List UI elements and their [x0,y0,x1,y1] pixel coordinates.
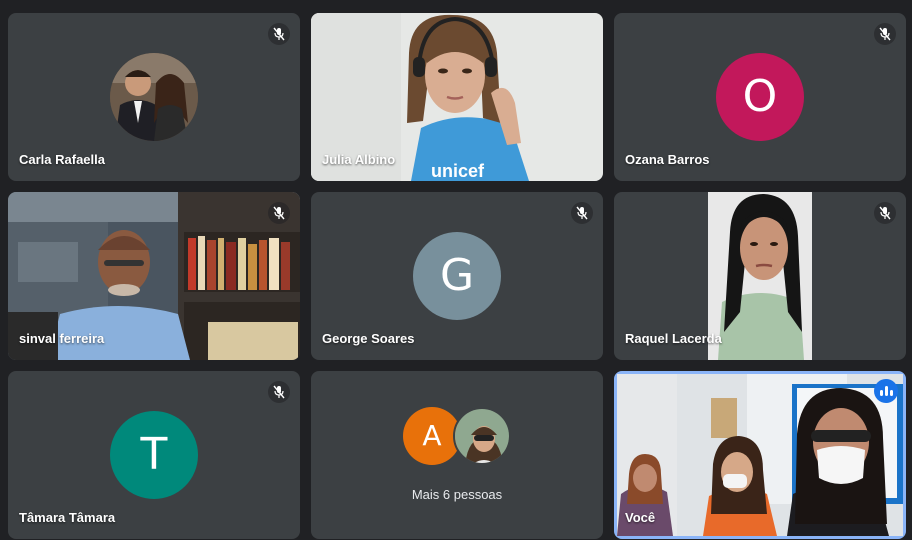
mic-off-icon [874,202,896,224]
letter-avatar: O [716,53,804,141]
mic-off-icon [268,202,290,224]
participant-name: Julia Albino [322,152,396,167]
more-participants-label: Mais 6 pessoas [411,487,503,502]
participant-name: Carla Rafaella [19,152,105,167]
shirt-logo-text: unicef [431,161,485,181]
more-participants-tile[interactable]: A Mais 6 pessoas [311,371,603,539]
participant-tile-raquel-lacerda[interactable]: Raquel Lacerda [614,192,906,360]
avatar-photo [453,407,511,465]
self-video-feed [617,374,903,536]
participant-name: sinval ferreira [19,331,105,346]
mic-off-icon [268,23,290,45]
participant-tile-ozana-barros[interactable]: O Ozana Barros [614,13,906,181]
participant-tile-tamara-tamara[interactable]: T Tâmara Tâmara [8,371,300,539]
self-tile[interactable]: Você [614,371,906,539]
participant-name: Tâmara Tâmara [19,510,116,525]
letter-avatar: G [413,232,501,320]
participant-tile-julia-albino[interactable]: unicef Julia Albino [311,13,603,181]
participant-name: Você [625,510,656,525]
participant-tile-george-soares[interactable]: G George Soares [311,192,603,360]
speaking-indicator-icon [874,379,898,403]
avatar-photo [110,53,198,141]
participant-tile-carla-rafaella[interactable]: Carla Rafaella [8,13,300,181]
participant-tile-sinval-ferreira[interactable]: sinval ferreira [8,192,300,360]
letter-avatar: T [110,411,198,499]
participant-name: Ozana Barros [625,152,710,167]
mic-off-icon [874,23,896,45]
mic-off-icon [571,202,593,224]
participant-name: Raquel Lacerda [625,331,722,346]
participant-name: George Soares [322,331,415,346]
video-feed [708,192,812,360]
mic-off-icon [268,381,290,403]
